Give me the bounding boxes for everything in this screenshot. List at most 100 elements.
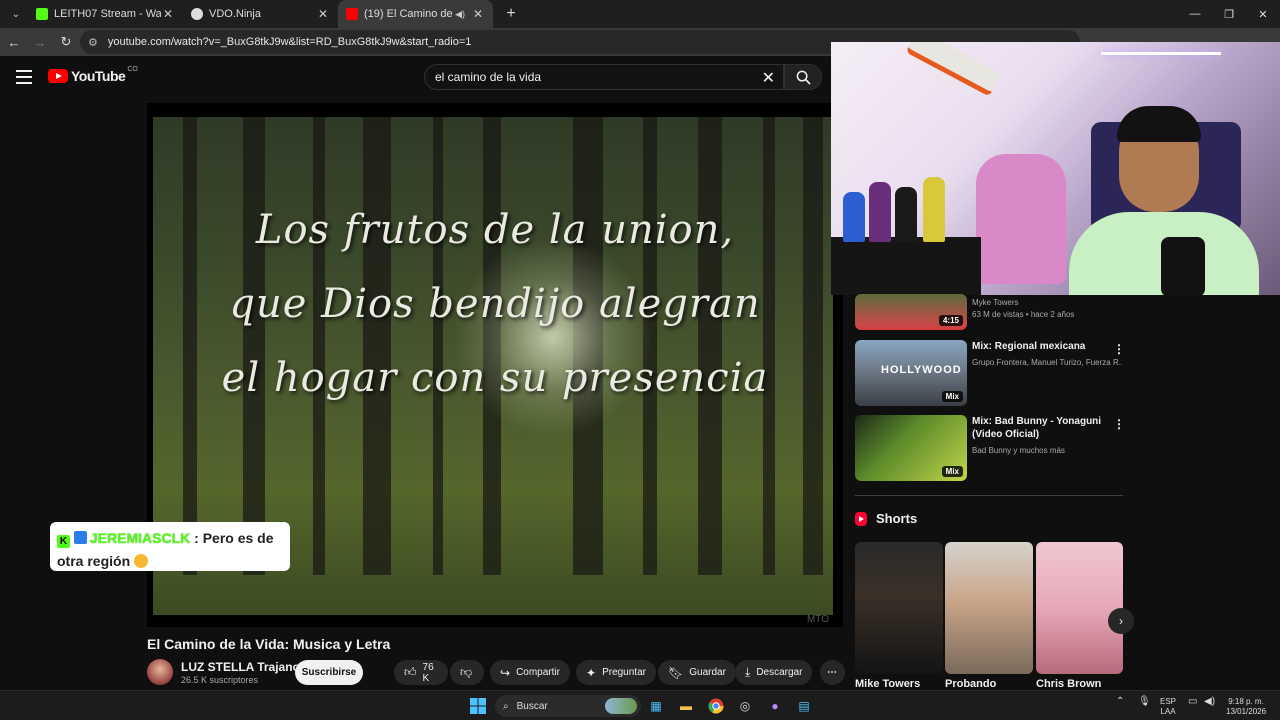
short-title: Chris Brown (1036, 678, 1102, 690)
shorts-title: Shorts (876, 511, 918, 526)
time: 9:18 p. m. (1228, 697, 1264, 706)
country-code: CO (127, 65, 138, 73)
download-label: Descargar (756, 667, 803, 678)
close-tab-icon[interactable]: ✕ (161, 7, 175, 21)
shorts-heading: Shorts (855, 511, 917, 526)
ask-button[interactable]: ✦ Preguntar (576, 660, 656, 685)
volume-icon[interactable]: ◀) (1204, 697, 1215, 707)
tab-search-icon[interactable]: ⌄ (4, 4, 28, 24)
youtube-favicon-icon (346, 8, 358, 20)
restore-icon[interactable]: ❐ (1212, 0, 1246, 28)
network-icon[interactable]: ▭ (1188, 697, 1197, 707)
logo-text: YouTube (71, 68, 126, 84)
search-button[interactable] (784, 64, 822, 90)
folder-icon[interactable]: ▬ (676, 696, 696, 716)
store-icon[interactable]: ▦ (646, 696, 666, 716)
share-icon: ↪ (500, 665, 511, 680)
search-input[interactable]: el camino de la vida ✕ (424, 64, 784, 90)
microphone-icon[interactable]: 🎙︎ (1138, 697, 1151, 707)
short-item[interactable] (1036, 542, 1123, 674)
more-options-icon[interactable]: ⋮ (1113, 342, 1125, 356)
recommendation-item[interactable]: HOLLYWOOD Mix Mix: Regional mexicana Gru… (855, 340, 1125, 406)
tab-leith07[interactable]: LEITH07 Stream - Watch Live on ✕ (28, 0, 183, 28)
chat-username: JEREMIASCLK (89, 530, 191, 546)
lang-top: ESP (1160, 697, 1177, 706)
window-controls: — ❐ ✕ (1178, 0, 1280, 28)
subscribe-button[interactable]: Suscribirse (295, 660, 363, 685)
new-tab-button[interactable]: + (501, 5, 521, 23)
shorts-icon (855, 511, 867, 526)
sparkle-icon: ✦ (586, 665, 597, 680)
clock[interactable]: 9:18 p. m. 13/01/2026 (1226, 697, 1266, 717)
start-icon[interactable] (468, 696, 488, 716)
share-button[interactable]: ↪ Compartir (490, 660, 570, 685)
youtube-header: YouTube CO el camino de la vida ✕ (0, 56, 830, 100)
tab-youtube[interactable]: (19) El Camino de la Vida: M ◀) ✕ (338, 0, 493, 28)
clear-search-icon[interactable]: ✕ (762, 68, 775, 88)
lyrics-line: que Dios bendijo alegran (229, 281, 761, 327)
lang-bottom: LAA (1160, 707, 1176, 716)
notepad-icon[interactable]: ▤ (794, 696, 814, 716)
vdo-ninja-favicon-icon (191, 8, 203, 20)
forward-icon[interactable]: → (28, 35, 52, 50)
thumbs-down-icon: 👎︎ (460, 665, 473, 679)
like-count: 76 K (422, 661, 434, 684)
bookmark-icon: 🔖︎ (668, 665, 684, 680)
date: 13/01/2026 (1226, 707, 1267, 716)
duration-badge: 4:15 (938, 315, 963, 326)
channel-avatar[interactable] (147, 659, 173, 685)
show-hidden-icons[interactable]: ⌃ (1116, 697, 1124, 707)
more-options-icon[interactable]: ⋮ (1113, 417, 1125, 431)
hollywood-sign: HOLLYWOOD (881, 364, 962, 376)
recommendation-item[interactable]: 4:15 Myke Towers 63 M de vistas • hace 2… (855, 294, 1125, 330)
back-icon[interactable]: ← (2, 35, 26, 50)
tab-title: LEITH07 Stream - Watch Live on (54, 8, 161, 20)
subscriber-badge-icon (73, 531, 87, 544)
close-tab-icon[interactable]: ✕ (471, 7, 485, 21)
like-button[interactable]: 👍︎ 76 K (394, 660, 448, 685)
tab-title: (19) El Camino de la Vida: M (364, 8, 455, 20)
taskbar-search-placeholder: Buscar (516, 700, 548, 712)
channel-name[interactable]: LUZ STELLA Trajano (181, 660, 300, 674)
recommendation-channel: Bad Bunny y muchos más (972, 446, 1065, 455)
site-info-icon[interactable]: ⚙ (88, 36, 98, 49)
save-button[interactable]: 🔖︎ Guardar (658, 660, 736, 685)
tab-title: VDO.Ninja (209, 8, 261, 20)
dislike-button[interactable]: 👎︎ (450, 660, 484, 685)
app-icon[interactable]: ● (765, 696, 785, 716)
language-indicator[interactable]: ESP LAA (1160, 697, 1176, 717)
chat-message-1: : Pero es de (190, 530, 274, 546)
chrome-icon[interactable] (706, 696, 726, 716)
download-icon: ⤓ (745, 665, 751, 679)
url-text: youtube.com/watch?v=_BuxG8tkJ9w&list=RD_… (107, 36, 472, 48)
kick-badge-icon: K (57, 535, 70, 548)
menu-icon[interactable] (16, 70, 32, 88)
minimize-icon[interactable]: — (1178, 0, 1212, 28)
tab-vdo-ninja[interactable]: VDO.Ninja ✕ (183, 0, 338, 28)
mix-badge: Mix (941, 391, 963, 402)
recommendation-channel: Grupo Frontera, Manuel Turizo, Fuerza R.… (972, 358, 1122, 367)
reload-icon[interactable]: ↻ (54, 34, 78, 50)
recommendation-item[interactable]: Mix Mix: Bad Bunny - Yonaguni (Video Ofi… (855, 415, 1125, 481)
close-tab-icon[interactable]: ✕ (316, 7, 330, 21)
download-button[interactable]: ⤓ Descargar (735, 660, 813, 685)
video-thumbnail[interactable]: Mix (855, 415, 967, 481)
recommendation-title: Mix: Regional mexicana (972, 341, 1086, 352)
more-actions-button[interactable]: ⋯ (820, 660, 845, 685)
short-item[interactable] (855, 542, 943, 674)
share-label: Compartir (516, 667, 560, 678)
obs-icon[interactable]: ◎ (735, 696, 755, 716)
speaker-icon[interactable]: ◀) (455, 9, 465, 20)
recommendation-meta: 63 M de vistas • hace 2 años (972, 310, 1075, 319)
short-item[interactable] (945, 542, 1033, 674)
search-highlight-image (605, 698, 637, 714)
lyrics-line: el hogar con su presencia (221, 355, 769, 401)
video-thumbnail[interactable]: 4:15 (855, 294, 967, 330)
youtube-logo[interactable]: YouTube CO (48, 65, 138, 84)
close-window-icon[interactable]: ✕ (1246, 0, 1280, 28)
next-shorts-button[interactable]: › (1108, 608, 1134, 634)
lyrics-line: Los frutos de la union, (255, 207, 735, 253)
video-thumbnail[interactable]: HOLLYWOOD Mix (855, 340, 967, 406)
video-watermark: MTO (806, 614, 829, 625)
taskbar-search[interactable]: ⌕ Buscar (495, 695, 641, 717)
